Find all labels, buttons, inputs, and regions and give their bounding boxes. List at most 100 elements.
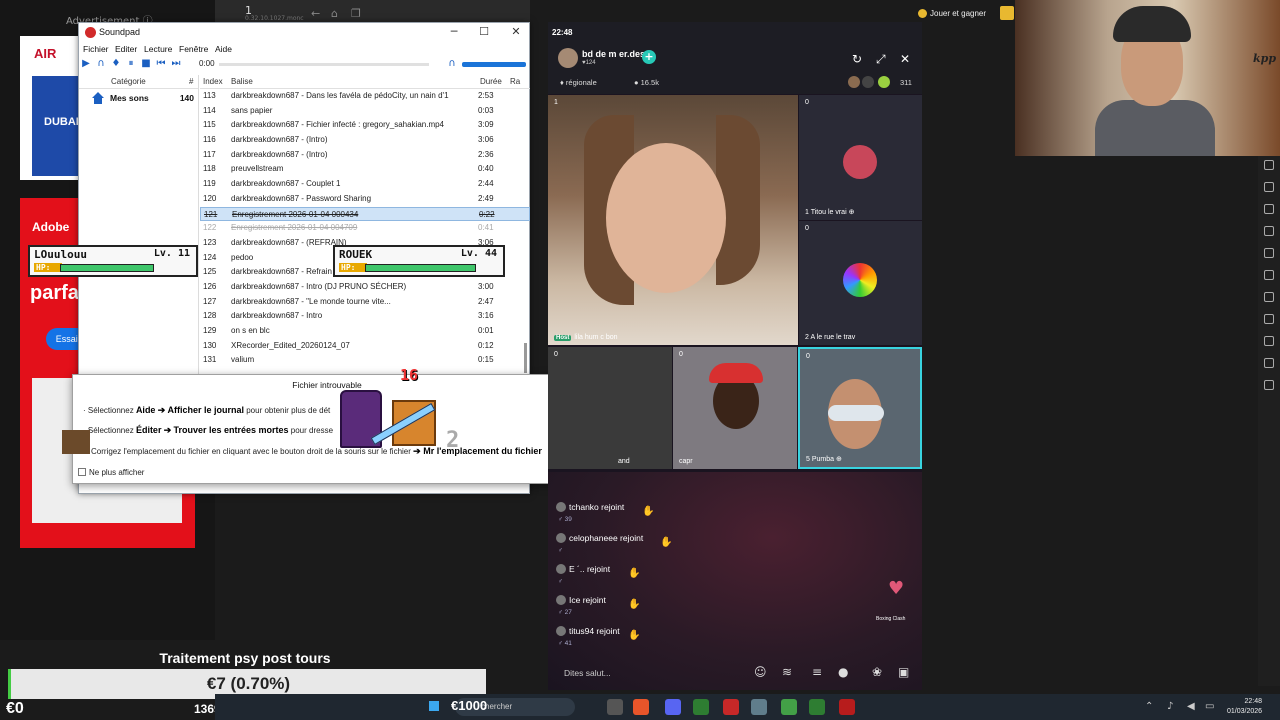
wave-icon[interactable]: ✋ xyxy=(628,568,640,579)
sidebar-icon-6[interactable] xyxy=(1264,270,1274,280)
guest-tile-rue[interactable]: 0 2 A le rue le trav xyxy=(799,221,922,345)
sidebar-icon-10[interactable] xyxy=(1264,358,1274,368)
sidebar-icon-11[interactable] xyxy=(1264,380,1274,390)
guest-tile-3[interactable]: 0 and xyxy=(548,347,672,469)
seek-bar[interactable] xyxy=(219,63,429,66)
table-row[interactable]: 119 darkbreakdown687 - Couplet 1 2:44 xyxy=(200,177,530,192)
previous-icon[interactable]: ⏮ xyxy=(155,58,167,70)
index-column[interactable]: Index xyxy=(203,77,223,86)
volume-slider[interactable] xyxy=(462,62,526,67)
table-row[interactable]: 113 darkbreakdown687 - Dans les favéla de… xyxy=(200,89,530,104)
rose-icon[interactable]: ❀ xyxy=(872,665,882,679)
checkbox-box[interactable] xyxy=(78,468,86,476)
sidebar-icon-4[interactable] xyxy=(1264,226,1274,236)
viewer-avatar-3[interactable] xyxy=(878,76,890,88)
table-row[interactable]: 121 Enregistrement 2026-01-04 000434 0:22 xyxy=(200,206,530,222)
table-row[interactable]: 126 darkbreakdown687 - Intro (DJ PRUNO SÉ… xyxy=(200,280,530,295)
wave-icon[interactable]: ✋ xyxy=(628,630,640,641)
menu-fenetre[interactable]: Fenêtre xyxy=(179,44,208,54)
pause-icon[interactable]: ⏸ xyxy=(125,58,137,70)
viewer-avatar-1[interactable] xyxy=(848,76,860,88)
discord-icon[interactable] xyxy=(665,699,681,715)
share-icon[interactable]: ↻ xyxy=(852,52,862,66)
sidebar-icon-9[interactable] xyxy=(1264,336,1274,346)
table-row[interactable]: 114 sans papier 0:03 xyxy=(200,104,530,119)
volume-headphones-icon[interactable]: ∩ xyxy=(446,58,458,70)
chat-avatar[interactable] xyxy=(556,564,566,574)
list-scrollbar[interactable] xyxy=(524,343,527,373)
category-mes-sons[interactable]: Mes sons 140 xyxy=(79,89,198,107)
settings-icon[interactable] xyxy=(751,699,767,715)
menu-editer[interactable]: Editer xyxy=(115,44,137,54)
wave-icon[interactable]: ✋ xyxy=(642,506,654,517)
brave-icon[interactable] xyxy=(633,699,649,715)
host-avatar[interactable] xyxy=(558,48,578,68)
headphones-icon[interactable]: ∩ xyxy=(95,58,107,70)
home-icon[interactable]: ⌂ xyxy=(331,7,338,20)
battery-icon[interactable]: ▭ xyxy=(1205,701,1214,712)
chat-avatar[interactable] xyxy=(556,533,566,543)
guest-tile-pumba[interactable]: 0 5 Pumba ⊕ xyxy=(798,347,922,469)
table-row[interactable]: 116 darkbreakdown687 - (Intro) 3:06 xyxy=(200,133,530,148)
play-icon[interactable]: ▶ xyxy=(80,58,92,70)
table-row[interactable]: 115 darkbreakdown687 - Fichier infecté : … xyxy=(200,118,530,133)
back-icon[interactable]: ← xyxy=(311,7,320,20)
system-clock[interactable]: 22:48 01/03/2026 xyxy=(1227,697,1262,717)
sidebar-icon-2[interactable] xyxy=(1264,182,1274,192)
sidebar-icon-3[interactable] xyxy=(1264,204,1274,214)
region-badge[interactable]: ♦ régionale xyxy=(560,78,597,87)
taskview-icon[interactable] xyxy=(607,699,623,715)
sidebar-icon-7[interactable] xyxy=(1264,292,1274,302)
table-row[interactable]: 127 darkbreakdown687 - "Le monde tourne v… xyxy=(200,295,530,310)
count-column[interactable]: # xyxy=(189,77,193,86)
chat-avatar[interactable] xyxy=(556,626,566,636)
table-row[interactable]: 130 XRecorder_Edited_20260124_07 0:12 xyxy=(200,339,530,354)
media-icon[interactable] xyxy=(693,699,709,715)
table-row[interactable]: 128 darkbreakdown687 - Intro 3:16 xyxy=(200,309,530,324)
stop-icon[interactable]: ■ xyxy=(140,58,152,70)
table-row[interactable]: 122 Enregistrement 2026-01-04 004709 0:41 xyxy=(200,221,530,236)
rating-column[interactable]: Ra xyxy=(510,77,520,86)
tray-chevron-icon[interactable]: ⌃ xyxy=(1145,701,1153,712)
viewer-avatar-2[interactable] xyxy=(862,76,874,88)
sidebar-icon-8[interactable] xyxy=(1264,314,1274,324)
boxing-clash-label[interactable]: Boxing Clash xyxy=(876,616,905,622)
windows-start-icon[interactable] xyxy=(427,699,441,713)
guest-tile-4[interactable]: 0 capr xyxy=(673,347,797,469)
heart-icon[interactable]: ♥ xyxy=(888,578,904,599)
chat-avatar[interactable] xyxy=(556,595,566,605)
sidebar-icon-1[interactable] xyxy=(1264,160,1274,170)
close-live-icon[interactable]: ✕ xyxy=(900,52,910,66)
recorder-icon[interactable] xyxy=(723,699,739,715)
microphone-icon[interactable]: ♪ xyxy=(1167,701,1173,712)
extension-icon[interactable] xyxy=(1000,6,1014,20)
chat-avatar[interactable] xyxy=(556,502,566,512)
guest-tile-titou[interactable]: 0 1 Titou le vrai ⊕ xyxy=(799,95,922,220)
game-icon[interactable] xyxy=(809,699,825,715)
table-row[interactable]: 131 valium 0:15 xyxy=(200,353,530,368)
youtube-icon[interactable] xyxy=(839,699,855,715)
comment-input[interactable]: Dites salut... xyxy=(564,668,611,678)
spreadsheet-icon[interactable] xyxy=(781,699,797,715)
menu-lecture[interactable]: Lecture xyxy=(144,44,172,54)
name-column[interactable]: Balise xyxy=(231,77,253,86)
table-row[interactable]: 118 preuvellstream 0:40 xyxy=(200,162,530,177)
follow-button[interactable]: + xyxy=(642,50,656,64)
category-column[interactable]: Catégorie xyxy=(111,77,146,86)
duration-column[interactable]: Durée xyxy=(480,77,502,86)
host-video-tile[interactable]: 1 Host lila hum c bon xyxy=(548,95,798,345)
soundpad-titlebar[interactable]: Soundpad ─ ☐ ✕ xyxy=(79,23,529,43)
close-button[interactable]: ✕ xyxy=(501,25,531,38)
sidebar-icon-5[interactable] xyxy=(1264,248,1274,258)
next-icon[interactable]: ⏭ xyxy=(170,58,182,70)
ad-banner-top[interactable]: AIR DUBAI xyxy=(20,36,80,180)
speaker-icon[interactable]: ◀ xyxy=(1187,701,1195,712)
minimize-button[interactable]: ─ xyxy=(439,25,469,38)
tabs-icon[interactable]: ❐ xyxy=(351,7,361,20)
wave-icon[interactable]: ✋ xyxy=(628,599,640,610)
menu-aide[interactable]: Aide xyxy=(215,44,232,54)
menu-fichier[interactable]: Fichier xyxy=(83,44,109,54)
table-row[interactable]: 129 on s en blc 0:01 xyxy=(200,324,530,339)
box-icon[interactable]: ▣ xyxy=(898,665,909,679)
audio-icon[interactable]: ≋ xyxy=(782,665,792,679)
